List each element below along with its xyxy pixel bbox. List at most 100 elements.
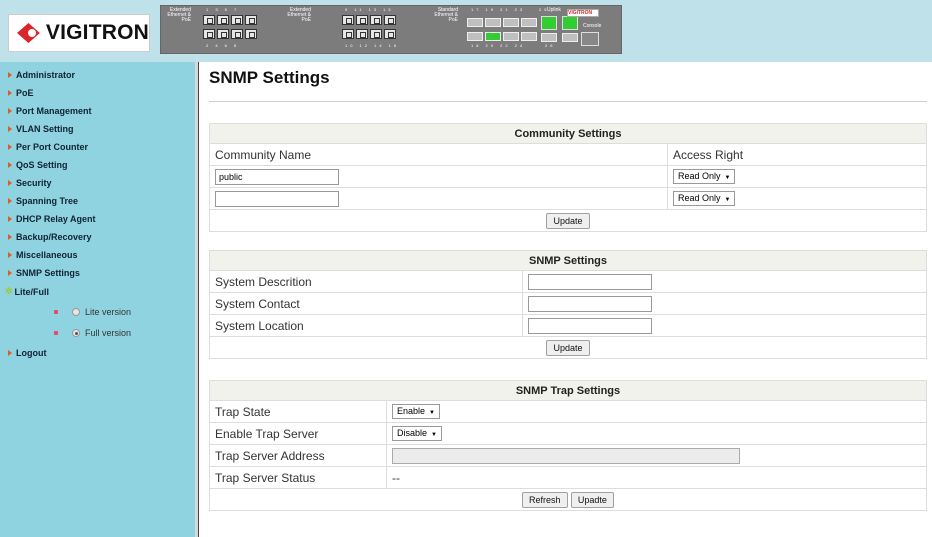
port-18[interactable] bbox=[467, 32, 483, 41]
arrow-icon bbox=[8, 270, 12, 276]
port-10[interactable] bbox=[342, 29, 354, 39]
sidebar-item-per-port-counter[interactable]: Per Port Counter bbox=[8, 142, 88, 152]
port-17[interactable] bbox=[467, 18, 483, 27]
snmp-trap-settings-header: SNMP Trap Settings bbox=[209, 380, 927, 401]
sidebar-item-label: Security bbox=[16, 178, 52, 188]
trap-update-button[interactable]: Upadte bbox=[570, 491, 614, 508]
port-2[interactable] bbox=[203, 29, 215, 39]
sidebar-item-security[interactable]: Security bbox=[8, 178, 52, 188]
arrow-icon bbox=[8, 72, 12, 78]
port-4[interactable] bbox=[217, 29, 229, 39]
uplink-sfp-26[interactable] bbox=[562, 33, 578, 42]
vigitron-logo: VIGITRON bbox=[8, 14, 150, 52]
trap-buttons-cell: Refresh Upadte bbox=[209, 488, 927, 511]
system-description-label: System Descrition bbox=[209, 270, 523, 293]
port-6[interactable] bbox=[231, 29, 243, 39]
port-9[interactable] bbox=[342, 15, 354, 25]
standard-ethernet-label: Standard Ethernet & PoE bbox=[434, 7, 458, 23]
sidebar-nav: Administrator PoE Port Management VLAN S… bbox=[0, 62, 198, 537]
sidebar-item-label: PoE bbox=[16, 88, 34, 98]
console-port[interactable] bbox=[581, 32, 599, 46]
extended-ethernet-label-2: Extended Ethernet & PoE bbox=[287, 7, 311, 23]
uplink-port-25[interactable] bbox=[541, 16, 557, 30]
lite-version-label: Lite version bbox=[85, 307, 132, 317]
sidebar-item-label: DHCP Relay Agent bbox=[16, 214, 96, 224]
port-14[interactable] bbox=[370, 29, 382, 39]
system-contact-cell bbox=[522, 292, 927, 315]
sidebar-item-qos-setting[interactable]: QoS Setting bbox=[8, 160, 68, 170]
trap-state-value: Enable bbox=[397, 406, 426, 417]
sidebar-item-port-management[interactable]: Port Management bbox=[8, 106, 92, 116]
port-3[interactable] bbox=[217, 15, 229, 25]
refresh-button[interactable]: Refresh bbox=[522, 491, 568, 508]
access-right-select-1[interactable]: Read Only ▼ bbox=[673, 169, 736, 185]
port-23[interactable] bbox=[521, 18, 537, 27]
sidebar-item-vlan-setting[interactable]: VLAN Setting bbox=[8, 124, 74, 134]
arrow-icon bbox=[8, 216, 12, 222]
uplink-sfp-25[interactable] bbox=[541, 33, 557, 42]
system-contact-input[interactable] bbox=[528, 295, 652, 312]
port-7[interactable] bbox=[245, 15, 257, 25]
port-numbers-top-3: 17 19 21 23 bbox=[471, 7, 526, 12]
port-15[interactable] bbox=[384, 15, 396, 25]
sidebar-item-spanning-tree[interactable]: Spanning Tree bbox=[8, 196, 78, 206]
arrow-icon bbox=[8, 180, 12, 186]
port-8[interactable] bbox=[245, 29, 257, 39]
port-24[interactable] bbox=[521, 32, 537, 41]
lite-version-radio[interactable] bbox=[72, 308, 80, 316]
trap-state-label: Trap State bbox=[209, 400, 387, 423]
dropdown-arrow-icon: ▼ bbox=[431, 432, 437, 439]
trap-server-address-cell bbox=[386, 444, 927, 467]
community-name-input-1[interactable]: public bbox=[215, 168, 339, 185]
lite-version-option[interactable]: Lite version bbox=[54, 307, 131, 317]
system-location-input[interactable] bbox=[528, 317, 652, 334]
port-16[interactable] bbox=[384, 29, 396, 39]
sidebar-item-snmp-settings[interactable]: SNMP Settings bbox=[8, 268, 80, 278]
access-right-cell: Read Only ▼ bbox=[667, 187, 927, 210]
system-location-cell bbox=[522, 314, 927, 337]
community-update-button[interactable]: Update bbox=[546, 212, 590, 229]
port-1[interactable] bbox=[203, 15, 215, 25]
header-bar: VIGITRON Extended Ethernet & PoE 1 3 5 7… bbox=[0, 0, 932, 62]
port-22[interactable] bbox=[503, 32, 519, 41]
star-icon: ✲ bbox=[5, 286, 13, 296]
port-5[interactable] bbox=[231, 15, 243, 25]
system-description-cell bbox=[522, 270, 927, 293]
port-20[interactable] bbox=[485, 32, 501, 41]
switch-port-panel: Extended Ethernet & PoE 1 3 5 7 2 4 6 8 … bbox=[160, 5, 622, 54]
port-numbers-bottom-1: 2 4 6 8 bbox=[206, 43, 240, 48]
enable-trap-server-value: Disable bbox=[397, 428, 428, 439]
enable-trap-server-select[interactable]: Disable ▼ bbox=[392, 426, 442, 442]
sidebar-item-logout[interactable]: Logout bbox=[8, 348, 47, 358]
sidebar-item-label: SNMP Settings bbox=[16, 268, 80, 278]
snmp-settings-header: SNMP Settings bbox=[209, 250, 927, 271]
port-19[interactable] bbox=[485, 18, 501, 27]
sidebar-item-administrator[interactable]: Administrator bbox=[8, 70, 75, 80]
port-12[interactable] bbox=[356, 29, 368, 39]
port-13[interactable] bbox=[370, 15, 382, 25]
sidebar-item-lite-full[interactable]: ✲ Lite/Full bbox=[5, 286, 49, 297]
sidebar-item-backup-recovery[interactable]: Backup/Recovery bbox=[8, 232, 92, 242]
sidebar-item-poe[interactable]: PoE bbox=[8, 88, 34, 98]
arrow-icon bbox=[8, 350, 12, 356]
access-right-cell: Read Only ▼ bbox=[667, 165, 927, 188]
port-11[interactable] bbox=[356, 15, 368, 25]
sidebar-item-miscellaneous[interactable]: Miscellaneous bbox=[8, 250, 78, 260]
brand-name: VIGITRON bbox=[45, 21, 149, 44]
uplink-port-26[interactable] bbox=[562, 16, 578, 30]
trap-state-cell: Enable ▼ bbox=[386, 400, 927, 423]
community-update-cell: Update bbox=[209, 209, 927, 232]
trap-state-select[interactable]: Enable ▼ bbox=[392, 404, 440, 420]
port-21[interactable] bbox=[503, 18, 519, 27]
community-name-input-2[interactable] bbox=[215, 190, 339, 207]
system-contact-label: System Contact bbox=[209, 292, 523, 315]
snmp-update-button[interactable]: Update bbox=[546, 339, 590, 356]
sidebar-item-dhcp-relay-agent[interactable]: DHCP Relay Agent bbox=[8, 214, 96, 224]
trap-server-address-input[interactable] bbox=[392, 447, 740, 464]
port-number-26: 26 bbox=[545, 43, 556, 48]
system-description-input[interactable] bbox=[528, 273, 652, 290]
full-version-option[interactable]: Full version bbox=[54, 328, 131, 338]
arrow-icon bbox=[8, 234, 12, 240]
access-right-select-2[interactable]: Read Only ▼ bbox=[673, 191, 736, 207]
full-version-radio[interactable] bbox=[72, 329, 80, 337]
